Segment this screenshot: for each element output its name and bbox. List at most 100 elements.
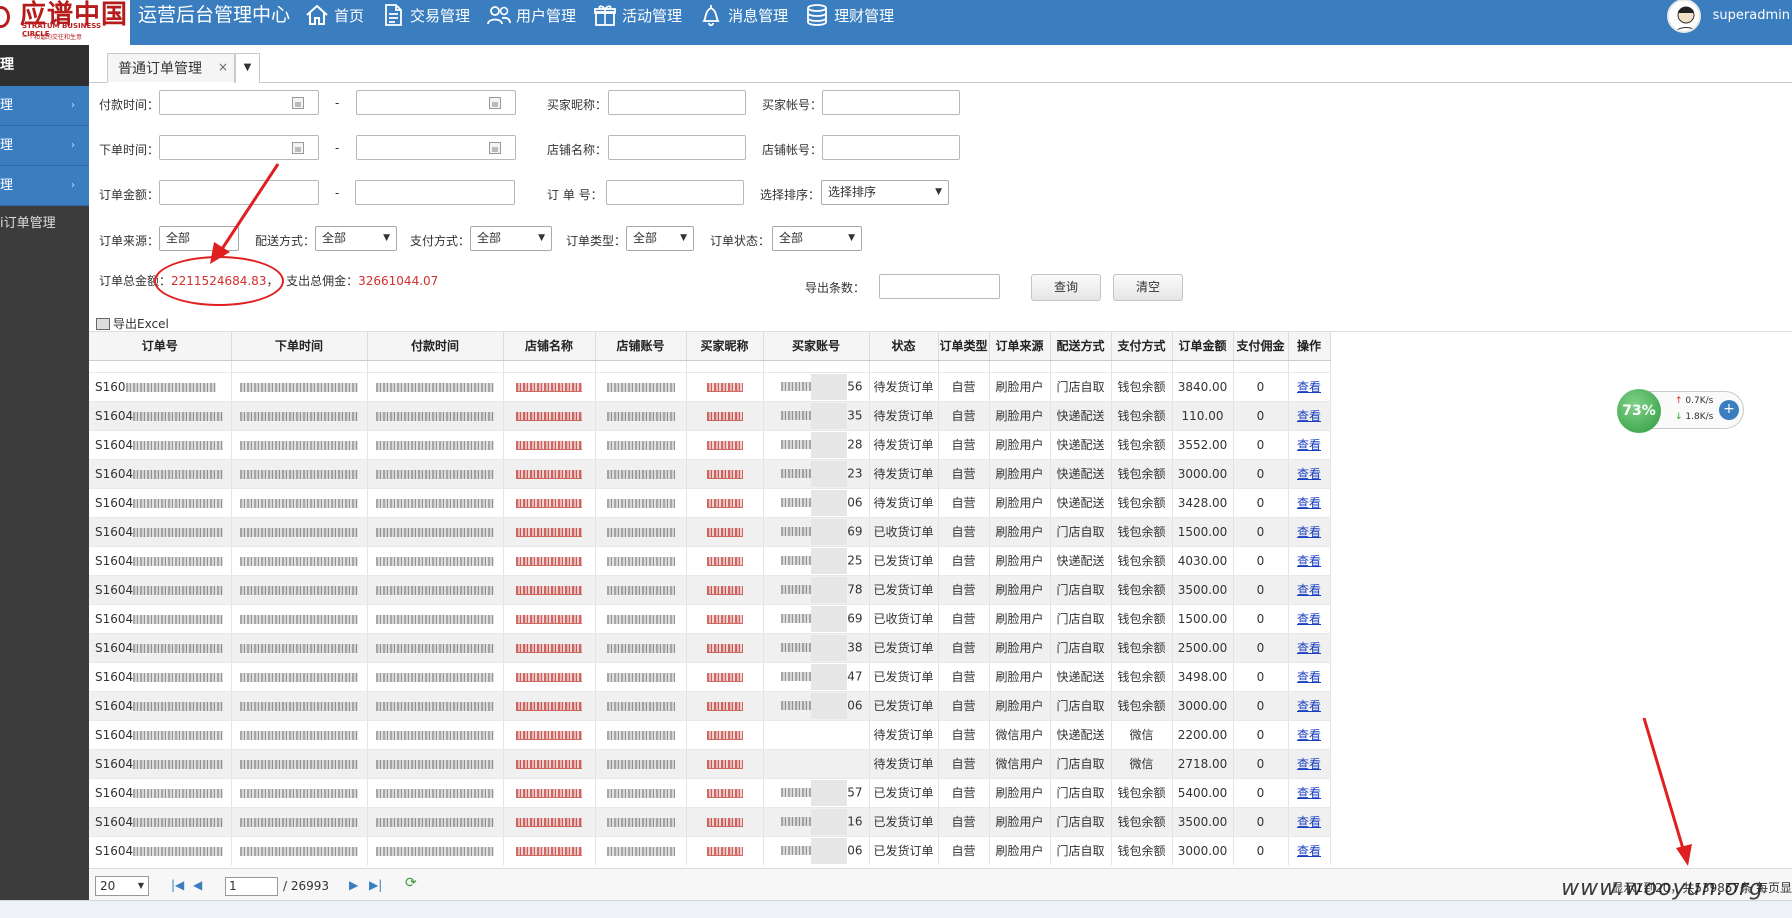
- column-header[interactable]: 买家账号: [763, 332, 870, 361]
- prev-page-icon[interactable]: ◀: [193, 878, 202, 892]
- column-header[interactable]: 店铺账号: [595, 332, 687, 361]
- user-area[interactable]: superadmin: [1666, 0, 1792, 33]
- view-link[interactable]: 查看: [1297, 728, 1321, 742]
- amount-min-input[interactable]: [159, 180, 319, 205]
- user-name[interactable]: superadmin: [1713, 8, 1792, 23]
- view-link[interactable]: 查看: [1297, 496, 1321, 510]
- shop-name-cell[interactable]: [503, 575, 596, 605]
- shop-name-cell[interactable]: [503, 517, 596, 547]
- calendar-icon[interactable]: [292, 97, 304, 109]
- column-header[interactable]: 状态: [869, 332, 939, 361]
- sidebar-item-3[interactable]: 理 ›: [0, 166, 89, 206]
- view-link[interactable]: 查看: [1297, 380, 1321, 394]
- refresh-icon[interactable]: ⟳: [405, 875, 417, 891]
- plus-icon[interactable]: +: [1719, 400, 1739, 420]
- tab-menu-dropdown[interactable]: ▼: [235, 53, 260, 83]
- shop-name-cell[interactable]: [503, 430, 596, 460]
- sidebar-subitem-order-management[interactable]: i订单管理: [0, 206, 89, 242]
- delivery-select[interactable]: 全部 ▼: [315, 226, 397, 251]
- status-select[interactable]: 全部 ▼: [772, 226, 862, 251]
- avatar[interactable]: [1666, 0, 1701, 33]
- shop-name-cell[interactable]: [503, 662, 596, 692]
- view-link[interactable]: 查看: [1297, 467, 1321, 481]
- shop-name-cell[interactable]: [503, 459, 596, 489]
- page-number-input[interactable]: 1: [225, 877, 278, 896]
- column-header[interactable]: 支付方式: [1111, 332, 1173, 361]
- view-link[interactable]: 查看: [1297, 525, 1321, 539]
- view-link[interactable]: 查看: [1297, 641, 1321, 655]
- column-header[interactable]: 下单时间: [231, 332, 368, 361]
- buyer-nick-cell[interactable]: [686, 749, 764, 779]
- nav-item-activity[interactable]: 活动管理: [584, 0, 690, 30]
- next-page-icon[interactable]: ▶: [349, 878, 358, 892]
- amount-max-input[interactable]: [355, 180, 515, 205]
- buyer-account-input[interactable]: [822, 90, 960, 115]
- nav-item-users[interactable]: 用户管理: [478, 0, 584, 30]
- view-link[interactable]: 查看: [1297, 670, 1321, 684]
- sidebar-item-2[interactable]: 理 ›: [0, 126, 89, 166]
- column-header[interactable]: 订单来源: [989, 332, 1051, 361]
- view-link[interactable]: 查看: [1297, 699, 1321, 713]
- column-header[interactable]: 店铺名称: [503, 332, 596, 361]
- pay-time-end-input[interactable]: [356, 90, 516, 115]
- column-header[interactable]: 订单金额: [1172, 332, 1234, 361]
- buyer-nick-cell[interactable]: [686, 517, 764, 547]
- buyer-nick-cell[interactable]: [686, 836, 764, 865]
- network-speed-widget[interactable]: 73% 0.7K/s 1.8K/s +: [1617, 389, 1744, 433]
- column-header[interactable]: 付款时间: [367, 332, 504, 361]
- sort-select[interactable]: 选择排序 ▼: [821, 180, 949, 205]
- last-page-icon[interactable]: ▶|: [369, 878, 382, 892]
- buyer-nick-cell[interactable]: [686, 430, 764, 460]
- view-link[interactable]: 查看: [1297, 786, 1321, 800]
- shop-name-cell[interactable]: [503, 749, 596, 779]
- shop-account-input[interactable]: [822, 135, 960, 160]
- shop-name-cell[interactable]: [503, 546, 596, 576]
- nav-item-trade[interactable]: 交易管理: [372, 0, 478, 30]
- view-link[interactable]: 查看: [1297, 409, 1321, 423]
- nav-item-home[interactable]: 首页: [296, 0, 372, 30]
- shop-name-cell[interactable]: [503, 836, 596, 865]
- type-select[interactable]: 全部 ▼: [626, 226, 694, 251]
- buyer-nick-cell[interactable]: [686, 401, 764, 431]
- column-header[interactable]: 买家昵称: [686, 332, 764, 361]
- column-header[interactable]: 支付佣金: [1233, 332, 1289, 361]
- shop-name-cell[interactable]: [503, 401, 596, 431]
- column-header[interactable]: 订单类型: [938, 332, 990, 361]
- calendar-icon[interactable]: [489, 142, 501, 154]
- shop-name-cell[interactable]: [503, 604, 596, 634]
- view-link[interactable]: 查看: [1297, 815, 1321, 829]
- shop-name-cell[interactable]: [503, 691, 596, 721]
- page-size-select[interactable]: 20 ▼: [95, 876, 149, 896]
- nav-item-messages[interactable]: 消息管理: [690, 0, 796, 30]
- buyer-nick-cell[interactable]: [686, 575, 764, 605]
- buyer-nick-cell[interactable]: [686, 720, 764, 750]
- view-link[interactable]: 查看: [1297, 844, 1321, 858]
- clear-button[interactable]: 清空: [1113, 274, 1183, 301]
- pay-time-start-input[interactable]: [159, 90, 319, 115]
- buyer-nick-cell[interactable]: [686, 604, 764, 634]
- buyer-nick-cell[interactable]: [686, 459, 764, 489]
- shop-name-cell[interactable]: [503, 372, 596, 402]
- buyer-nick-cell[interactable]: [686, 546, 764, 576]
- shop-name-cell[interactable]: [503, 778, 596, 808]
- view-link[interactable]: 查看: [1297, 583, 1321, 597]
- view-link[interactable]: 查看: [1297, 554, 1321, 568]
- shop-name-input[interactable]: [608, 135, 746, 160]
- buyer-nick-cell[interactable]: [686, 662, 764, 692]
- view-link[interactable]: 查看: [1297, 438, 1321, 452]
- buyer-nick-cell[interactable]: [686, 691, 764, 721]
- column-header[interactable]: 订单号: [89, 332, 232, 361]
- shop-name-cell[interactable]: [503, 720, 596, 750]
- view-link[interactable]: 查看: [1297, 612, 1321, 626]
- query-button[interactable]: 查询: [1031, 274, 1101, 301]
- buyer-nick-cell[interactable]: [686, 488, 764, 518]
- buyer-nick-cell[interactable]: [686, 633, 764, 663]
- close-icon[interactable]: ×: [218, 60, 228, 74]
- calendar-icon[interactable]: [292, 142, 304, 154]
- buyer-nick-input[interactable]: [608, 90, 746, 115]
- export-count-input[interactable]: [879, 274, 1000, 299]
- buyer-nick-cell[interactable]: [686, 807, 764, 837]
- source-select[interactable]: 全部: [159, 226, 239, 251]
- shop-name-cell[interactable]: [503, 633, 596, 663]
- buyer-nick-cell[interactable]: [686, 372, 764, 402]
